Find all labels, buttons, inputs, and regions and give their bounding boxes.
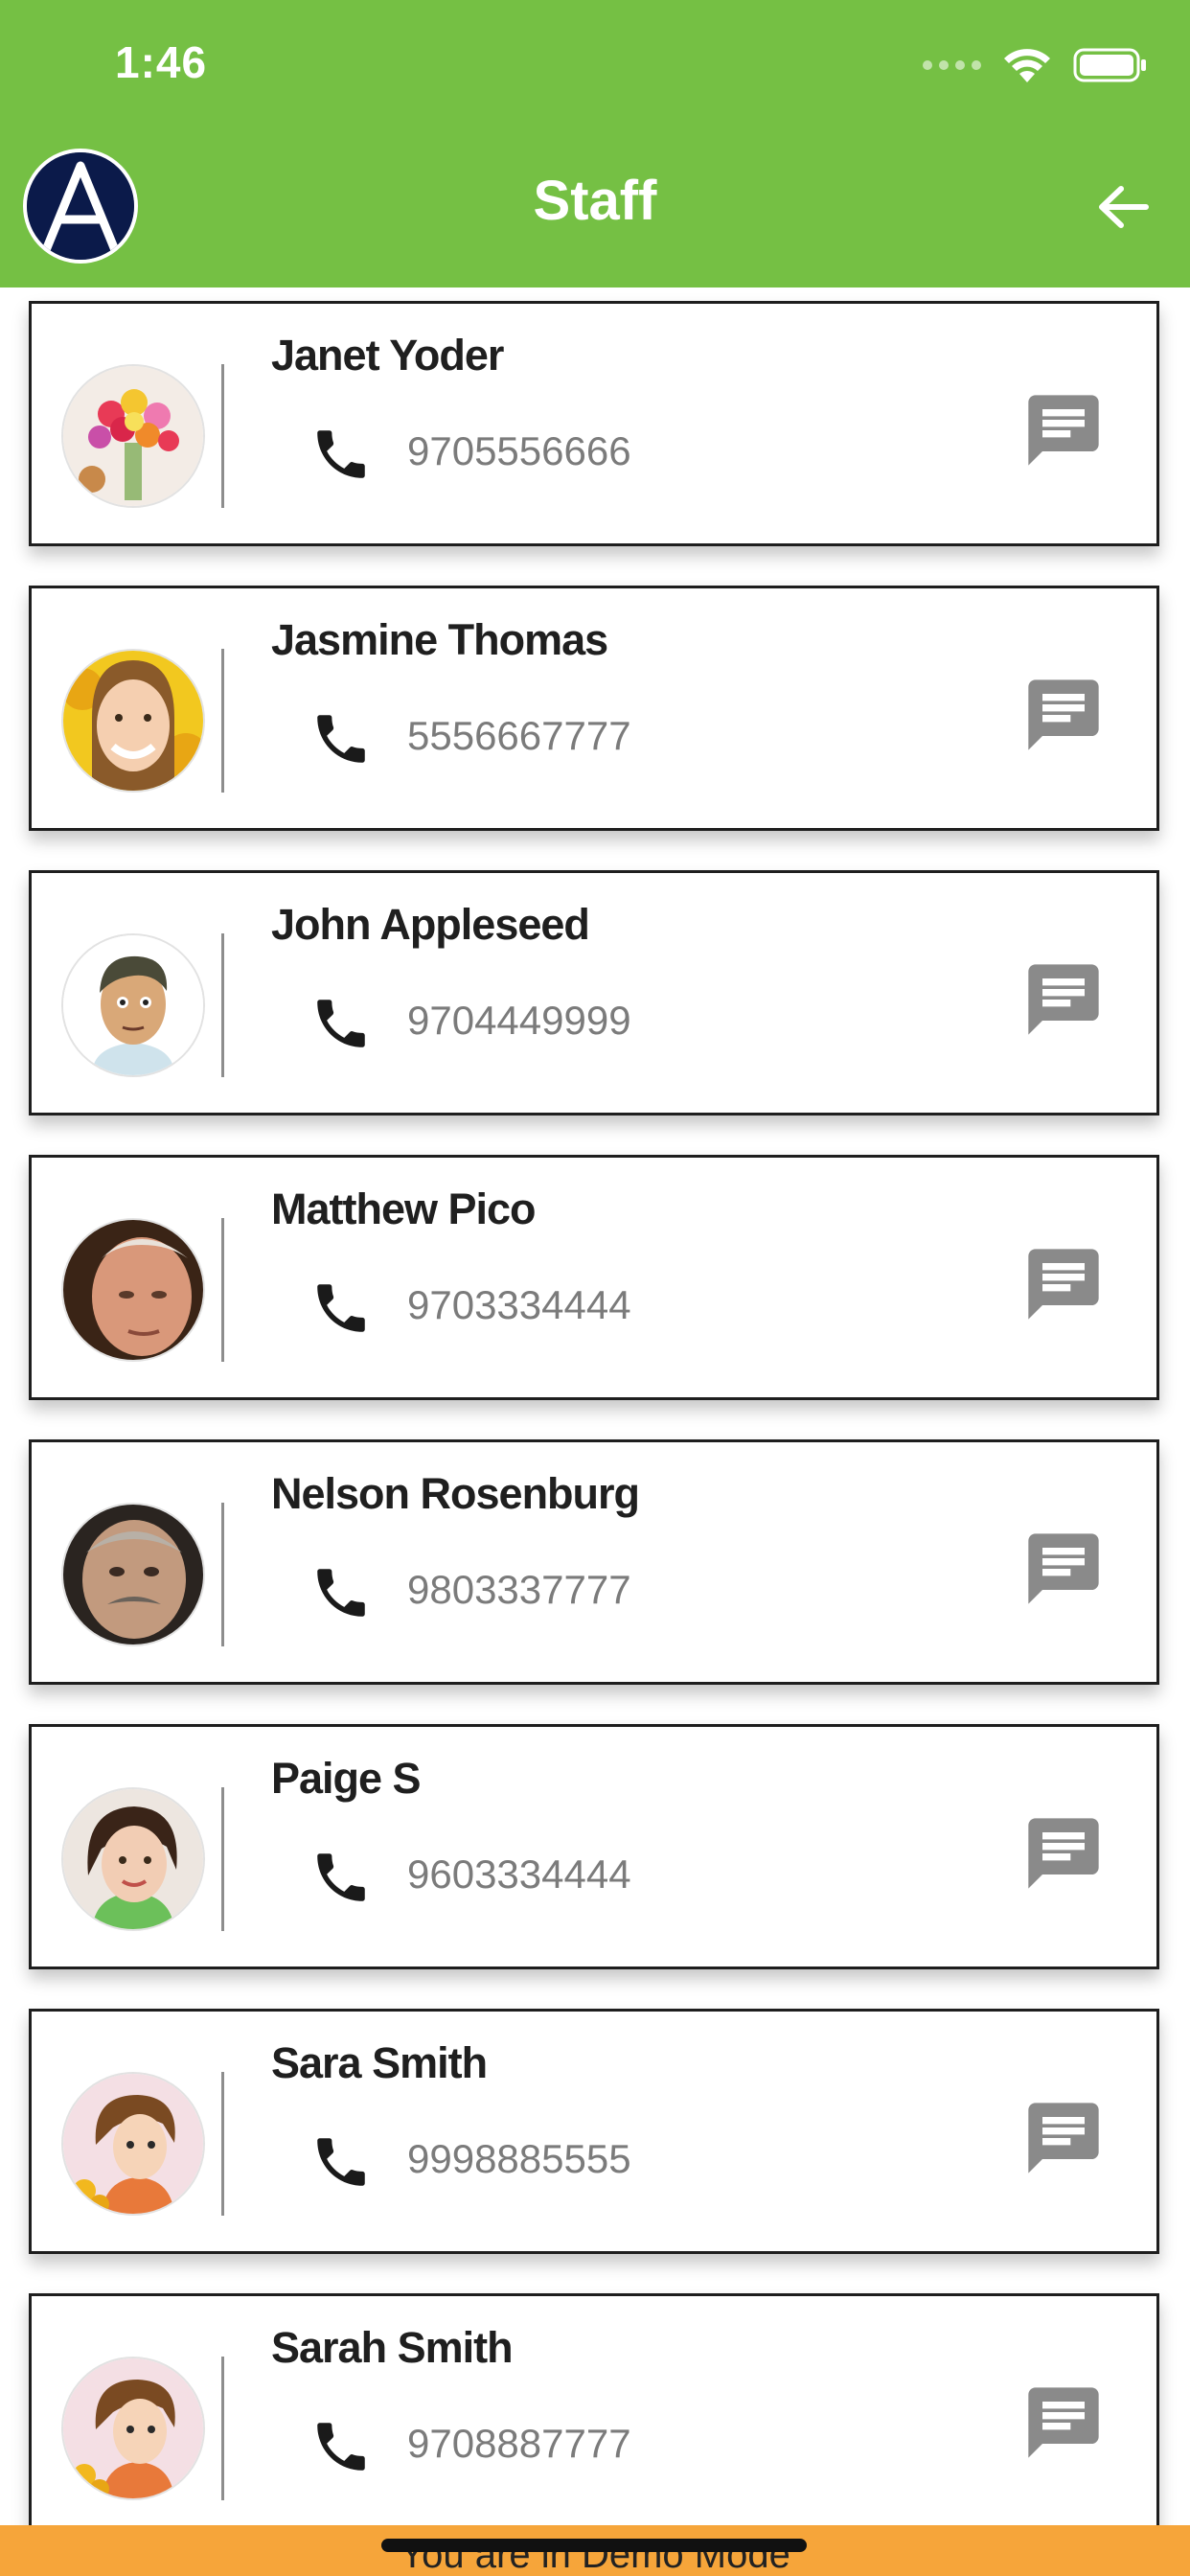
divider bbox=[221, 933, 224, 1077]
staff-phone[interactable]: 9708887777 bbox=[407, 2421, 631, 2467]
divider bbox=[221, 1787, 224, 1931]
staff-card[interactable]: Nelson Rosenburg 9803337777 bbox=[29, 1439, 1159, 1685]
staff-phone[interactable]: 9703334444 bbox=[407, 1282, 631, 1328]
staff-name: Jasmine Thomas bbox=[271, 615, 608, 664]
phone-icon[interactable] bbox=[309, 2130, 373, 2194]
staff-card[interactable]: Sara Smith 9998885555 bbox=[29, 2009, 1159, 2254]
staff-phone[interactable]: 9705556666 bbox=[407, 428, 631, 474]
avatar bbox=[61, 1503, 205, 1646]
staff-phone[interactable]: 9603334444 bbox=[407, 1852, 631, 1898]
staff-card[interactable]: John Appleseed 9704449999 bbox=[29, 870, 1159, 1116]
battery-icon bbox=[1073, 48, 1146, 82]
divider bbox=[221, 364, 224, 508]
staff-card[interactable]: Matthew Pico 9703334444 bbox=[29, 1155, 1159, 1400]
phone-icon[interactable] bbox=[309, 1846, 373, 1909]
app-header: 1:46 Staff bbox=[0, 0, 1190, 288]
staff-name: John Appleseed bbox=[271, 900, 590, 949]
wifi-icon bbox=[1004, 49, 1050, 82]
status-icons bbox=[923, 46, 1148, 84]
divider bbox=[221, 2072, 224, 2216]
staff-name: Nelson Rosenburg bbox=[271, 1469, 640, 1518]
cartoon-man-image bbox=[63, 935, 203, 1075]
staff-phone[interactable]: 5556667777 bbox=[407, 713, 631, 759]
avatar bbox=[61, 1787, 205, 1931]
flowers-bouquet-image bbox=[63, 366, 203, 506]
staff-name: Sarah Smith bbox=[271, 2323, 514, 2372]
cellular-signal-icon bbox=[923, 60, 981, 70]
avatar bbox=[61, 933, 205, 1077]
back-button[interactable] bbox=[1085, 172, 1161, 242]
staff-name: Janet Yoder bbox=[271, 331, 504, 380]
staff-name: Matthew Pico bbox=[271, 1184, 537, 1233]
staff-card[interactable]: Janet Yoder 9705556666 bbox=[29, 301, 1159, 546]
staff-card[interactable]: Jasmine Thomas 5556667777 bbox=[29, 586, 1159, 831]
phone-icon[interactable] bbox=[309, 1276, 373, 1340]
message-icon[interactable] bbox=[1021, 2096, 1106, 2180]
page-title: Staff bbox=[533, 170, 657, 232]
older-man-image bbox=[63, 1220, 203, 1360]
young-girl-image bbox=[63, 1789, 203, 1929]
home-indicator[interactable] bbox=[381, 2539, 807, 2552]
avatar bbox=[61, 649, 205, 793]
phone-icon[interactable] bbox=[309, 707, 373, 770]
staff-phone[interactable]: 9803337777 bbox=[407, 1567, 631, 1613]
phone-icon[interactable] bbox=[309, 1561, 373, 1624]
message-icon[interactable] bbox=[1021, 1242, 1106, 1326]
cartoon-woman-image bbox=[63, 2074, 203, 2214]
staff-name: Paige S bbox=[271, 1754, 422, 1803]
cartoon-woman-image bbox=[63, 2358, 203, 2498]
phone-icon[interactable] bbox=[309, 423, 373, 486]
divider bbox=[221, 1503, 224, 1646]
message-icon[interactable] bbox=[1021, 388, 1106, 472]
avatar bbox=[61, 2357, 205, 2500]
message-icon[interactable] bbox=[1021, 1527, 1106, 1611]
staff-card[interactable]: Paige S 9603334444 bbox=[29, 1724, 1159, 1969]
divider bbox=[221, 1218, 224, 1362]
arrow-left-icon bbox=[1099, 186, 1149, 228]
phone-icon[interactable] bbox=[309, 2415, 373, 2478]
divider bbox=[221, 2357, 224, 2500]
divider bbox=[221, 649, 224, 793]
message-icon[interactable] bbox=[1021, 957, 1106, 1042]
avatar bbox=[61, 364, 205, 508]
message-icon[interactable] bbox=[1021, 2380, 1106, 2465]
staff-phone[interactable]: 9704449999 bbox=[407, 998, 631, 1044]
message-icon[interactable] bbox=[1021, 673, 1106, 757]
staff-name: Sara Smith bbox=[271, 2038, 488, 2087]
message-icon[interactable] bbox=[1021, 1811, 1106, 1896]
staff-list[interactable]: Janet Yoder 9705556666 Jasmine Thomas 55… bbox=[0, 288, 1190, 2525]
avatar bbox=[61, 2072, 205, 2216]
woman-sunflowers-image bbox=[63, 651, 203, 791]
mustache-man-image bbox=[63, 1505, 203, 1644]
phone-icon[interactable] bbox=[309, 992, 373, 1055]
staff-phone[interactable]: 9998885555 bbox=[407, 2136, 631, 2182]
status-time: 1:46 bbox=[115, 37, 208, 87]
staff-card[interactable]: Sarah Smith 9708887777 bbox=[29, 2293, 1159, 2525]
avatar bbox=[61, 1218, 205, 1362]
